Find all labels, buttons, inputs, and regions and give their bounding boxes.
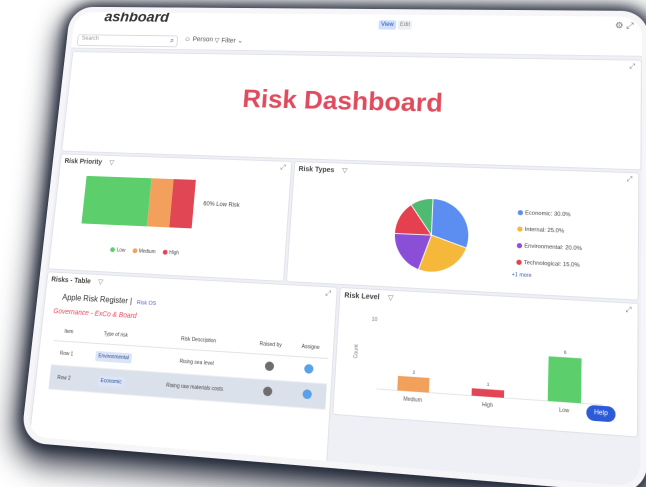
avatar (304, 364, 314, 374)
bar-medium[interactable] (397, 376, 429, 393)
data-label: 6 (564, 349, 568, 355)
legend-label: High (169, 250, 179, 256)
y-tick-label: 10 (371, 316, 377, 323)
legend-item: Technological: 15.0% (516, 260, 581, 269)
risk-priority-panel: Risk Priority ▽ ⤢ 60% Low Risk Low Mediu… (48, 153, 292, 282)
filter-label: Filter (221, 38, 236, 45)
panel-title: Risk Priority (64, 158, 102, 166)
y-axis-label: Count (353, 343, 360, 358)
filter-icon[interactable]: ▽ (98, 279, 104, 286)
cell-raised-by[interactable] (245, 378, 291, 406)
panel-title: Risk Types (298, 166, 334, 174)
cell-assignee[interactable] (290, 356, 328, 384)
risk-table: Item Type of risk Risk Description Raise… (48, 322, 329, 410)
legend-item: Low (110, 247, 126, 254)
panel-title: Risk Level (344, 292, 380, 301)
dashboard-card: ashboard View Edit ⚙ ⤢ Search ⌕ ☺ Person… (27, 12, 642, 487)
legend-item: Economic: 30.0% (518, 210, 583, 219)
person-icon: ☺ (184, 36, 191, 42)
legend-label: Low (116, 247, 125, 253)
type-pill: Economic (97, 375, 125, 387)
bar-segment-high[interactable] (169, 179, 196, 228)
legend-label: Environmental: 20.0% (524, 243, 582, 252)
cell-raised-by[interactable] (246, 353, 291, 381)
legend-swatch (517, 243, 522, 248)
avatar (264, 361, 274, 371)
legend-swatch (132, 248, 137, 253)
cell-assignee[interactable] (288, 381, 327, 409)
cell-type[interactable]: Economic (77, 367, 146, 396)
app-title: ashboard (104, 12, 170, 26)
legend-more-link[interactable]: +1 more (512, 272, 532, 279)
data-label: 2 (412, 369, 416, 375)
priority-legend: Low Medium High (110, 247, 185, 257)
register-title: Apple Risk Register | Risk OS (62, 293, 157, 307)
dashboard-title: Risk Dashboard (67, 81, 641, 124)
person-label: Person (192, 37, 213, 44)
separator: | (130, 297, 133, 306)
settings-icon[interactable]: ⚙ ⤢ (615, 20, 634, 31)
expand-icon[interactable]: ⤢ (627, 176, 633, 184)
bar-low[interactable] (548, 356, 582, 403)
legend-item: High (162, 250, 179, 257)
risk-types-pie (391, 195, 473, 276)
help-button[interactable]: Help (586, 405, 615, 423)
cell-item[interactable]: Row 1 (51, 341, 82, 367)
legend-label: Medium (139, 249, 156, 256)
register-tag[interactable]: Risk OS (137, 300, 157, 307)
register-name: Apple Risk Register (62, 293, 129, 306)
risk-types-panel: Risk Types ▽ ⤢ Economic: 30.0% Internal:… (286, 161, 639, 301)
group-label[interactable]: Governance - ExCo & Board (53, 308, 137, 320)
column-header[interactable]: Item (54, 322, 84, 342)
legend-item: Medium (132, 248, 156, 255)
bar-annotation: 60% Low Risk (203, 202, 240, 209)
edit-toggle[interactable]: Edit (398, 20, 412, 29)
legend-label: Technological: 15.0% (524, 260, 580, 269)
x-tick-label: Medium (403, 396, 422, 404)
filter-icon: ▽ (214, 38, 220, 44)
filter-icon[interactable]: ▽ (342, 168, 348, 175)
filter-button[interactable]: ▽ Filter ⌄ (214, 37, 243, 45)
bar-segment-low[interactable] (81, 176, 151, 226)
chevron-down-icon: ⌄ (237, 38, 243, 44)
legend-swatch (110, 247, 115, 252)
search-placeholder: Search (82, 36, 99, 42)
title-panel: ⤢ Risk Dashboard (61, 51, 642, 170)
risk-level-chart: Count 10 2 Medium 1 High 6 Low (346, 307, 617, 427)
legend-swatch (517, 227, 522, 232)
legend-label: Economic: 30.0% (525, 210, 571, 218)
type-pill: Environmental (95, 350, 132, 363)
legend-swatch (162, 250, 167, 255)
expand-icon[interactable]: ⤢ (280, 164, 286, 172)
filter-icon[interactable]: ▽ (109, 160, 115, 167)
x-tick-label: Low (559, 407, 570, 415)
risks-table-panel: Risks - Table ▽ ⤢ Apple Risk Register | … (28, 271, 338, 468)
legend-label: Internal: 25.0% (525, 227, 565, 235)
search-input[interactable]: Search ⌕ (77, 34, 179, 47)
legend-item: Environmental: 20.0% (517, 243, 582, 252)
bar-segment-medium[interactable] (147, 178, 174, 227)
expand-icon[interactable]: ⤢ (325, 290, 331, 299)
expand-icon[interactable]: ⤢ (630, 64, 636, 72)
types-legend: Economic: 30.0% Internal: 25.0% Environm… (516, 210, 583, 280)
data-label: 1 (487, 381, 491, 387)
filter-icon[interactable]: ▽ (388, 295, 394, 303)
x-tick-label: High (482, 402, 494, 410)
risk-priority-chart (81, 176, 203, 237)
legend-item: Internal: 25.0% (517, 226, 582, 235)
legend-swatch (518, 210, 523, 215)
column-header[interactable]: Assigne (292, 337, 330, 359)
expand-icon[interactable]: ⤢ (626, 307, 632, 316)
cell-item[interactable]: Row 2 (48, 365, 79, 391)
view-toggle[interactable]: View (378, 20, 396, 30)
avatar (262, 386, 272, 396)
search-icon[interactable]: ⌕ (170, 36, 175, 45)
panel-title: Risks - Table (51, 276, 91, 285)
person-filter-button[interactable]: ☺ Person (184, 36, 213, 43)
bar-high[interactable] (472, 388, 505, 398)
avatar (303, 389, 313, 399)
legend-swatch (516, 260, 521, 265)
